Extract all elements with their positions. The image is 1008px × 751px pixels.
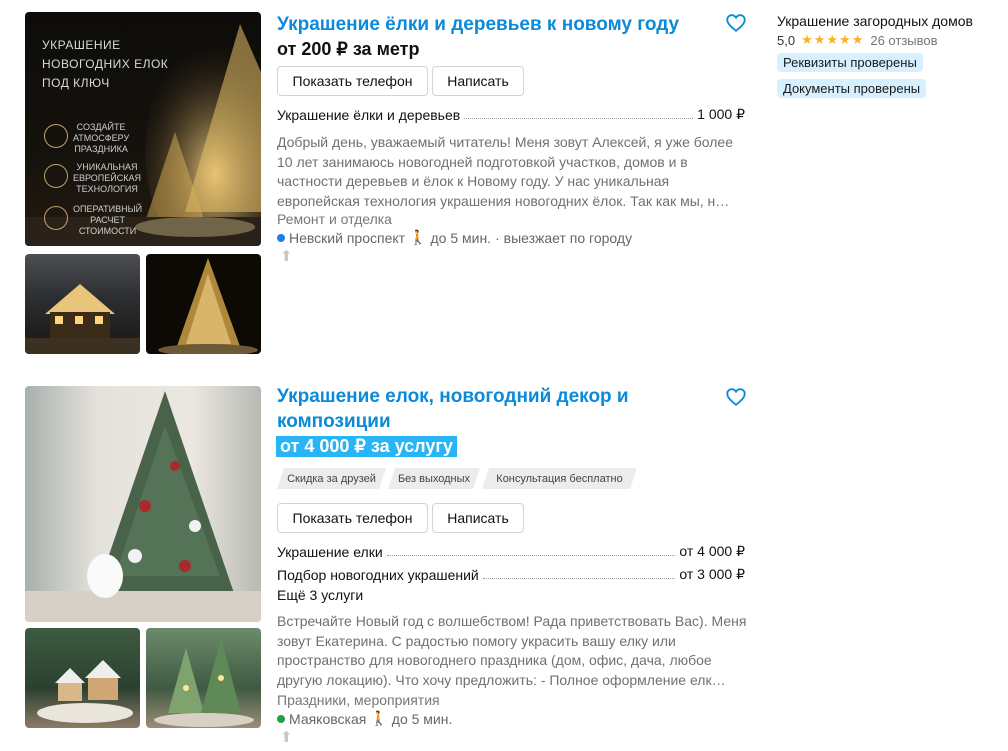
dotted-leader bbox=[386, 555, 676, 556]
listing-main-photo[interactable]: УКРАШЕНИЕ НОВОГОДНИХ ЕЛОК ПОД КЛЮЧ СОЗДА… bbox=[25, 12, 261, 246]
service-name: Украшение елки bbox=[277, 544, 383, 560]
listing-thumb-photo[interactable] bbox=[146, 628, 261, 728]
gift-icon bbox=[44, 124, 68, 148]
service-price: от 4 000 ₽ bbox=[679, 543, 745, 559]
promotion-arrow-icon: ⬆ bbox=[280, 729, 293, 746]
write-message-button[interactable]: Написать bbox=[432, 503, 524, 533]
verified-badge: Реквизиты проверены bbox=[777, 53, 923, 72]
lit-tree-image bbox=[158, 258, 258, 354]
tag-referral: Скидка за друзей bbox=[277, 468, 386, 489]
clock-icon bbox=[44, 206, 68, 230]
metro-line-icon bbox=[277, 233, 285, 242]
service-name: Подбор новогодних украшений bbox=[277, 567, 479, 583]
travel-note: · выезжает по городу bbox=[495, 229, 633, 246]
heart-icon[interactable] bbox=[725, 386, 747, 408]
walk-icon: 🚶 bbox=[409, 229, 427, 245]
listing-thumb-photo[interactable] bbox=[25, 254, 140, 354]
service-row[interactable]: Подбор новогодних украшений от 3 000 ₽ bbox=[277, 566, 745, 583]
decorated-tree-image bbox=[25, 391, 261, 622]
listing-title[interactable]: Украшение елок, новогодний декор и компо… bbox=[277, 384, 697, 434]
show-phone-button[interactable]: Показать телефон bbox=[277, 503, 428, 533]
dotted-leader bbox=[464, 118, 694, 119]
service-name: Украшение ёлки и деревьев bbox=[277, 107, 461, 123]
winter-village-image bbox=[37, 660, 133, 723]
listing-category: Праздники, мероприятия bbox=[277, 692, 440, 708]
listing-price: от 4 000 ₽ за услугу bbox=[276, 436, 457, 457]
house-lights-image bbox=[25, 284, 140, 354]
service-row[interactable]: Украшение елки от 4 000 ₽ bbox=[277, 543, 745, 560]
seller-rating: 5,0 ★★★★★ 26 отзывов bbox=[777, 32, 938, 48]
poster-feature: СОЗДАЙТЕ АТМОСФЕРУ ПРАЗДНИКА bbox=[73, 122, 130, 154]
verified-badge: Документы проверены bbox=[777, 79, 927, 98]
reviews-count[interactable]: 26 отзывов bbox=[870, 33, 937, 48]
service-price: от 3 000 ₽ bbox=[679, 566, 745, 582]
poster-heading: УКРАШЕНИЕ НОВОГОДНИХ ЕЛОК ПОД КЛЮЧ bbox=[42, 38, 169, 90]
metro-line-icon bbox=[277, 714, 285, 723]
rating-stars-icon: ★★★★★ bbox=[801, 32, 865, 47]
listing-description: Встречайте Новый год с волшебством! Рада… bbox=[277, 613, 747, 688]
listing-main-photo[interactable] bbox=[25, 386, 261, 622]
dotted-leader bbox=[482, 578, 676, 579]
more-services-link[interactable]: Ещё 3 услуги bbox=[277, 587, 363, 603]
listing-thumb-photo[interactable] bbox=[146, 254, 261, 354]
poster-feature: УНИКАЛЬНАЯ ЕВРОПЕЙСКАЯ ТЕХНОЛОГИЯ bbox=[73, 162, 141, 194]
rating-value: 5,0 bbox=[777, 32, 796, 48]
walk-time: до 5 мин. bbox=[391, 710, 453, 727]
listing-description: Добрый день, уважаемый читатель! Меня зо… bbox=[277, 134, 733, 209]
promotion-arrow-icon: ⬆ bbox=[280, 248, 293, 265]
listing-category: Ремонт и отделка bbox=[277, 211, 392, 227]
seller-name[interactable]: Украшение загородных домов bbox=[777, 13, 973, 29]
metro-station: Маяковская bbox=[289, 710, 367, 727]
metro-station: Невский проспект bbox=[289, 229, 406, 246]
tag-free-consultation: Консультация бесплатно bbox=[482, 468, 637, 489]
listing-location: Маяковская 🚶 до 5 мин. bbox=[277, 710, 452, 727]
service-price: 1 000 ₽ bbox=[697, 106, 745, 122]
listing-price: от 200 ₽ за метр bbox=[277, 39, 420, 59]
show-phone-button[interactable]: Показать телефон bbox=[277, 66, 428, 96]
listing-title[interactable]: Украшение ёлки и деревьев к новому году bbox=[277, 12, 697, 37]
listing-thumb-photo[interactable] bbox=[25, 628, 140, 728]
listing-location: Невский проспект 🚶 до 5 мин. · выезжает … bbox=[277, 229, 632, 246]
write-message-button[interactable]: Написать bbox=[432, 66, 524, 96]
tag-no-days-off: Без выходных bbox=[388, 468, 480, 489]
mini-trees-image bbox=[154, 638, 254, 727]
walk-icon: 🚶 bbox=[370, 710, 388, 726]
people-icon bbox=[44, 164, 68, 188]
poster-feature: ОПЕРАТИВНЫЙ РАСЧЕТ СТОИМОСТИ bbox=[73, 204, 143, 236]
service-row[interactable]: Украшение ёлки и деревьев 1 000 ₽ bbox=[277, 106, 745, 123]
walk-time: до 5 мин. bbox=[430, 229, 492, 246]
heart-icon[interactable] bbox=[725, 12, 747, 34]
